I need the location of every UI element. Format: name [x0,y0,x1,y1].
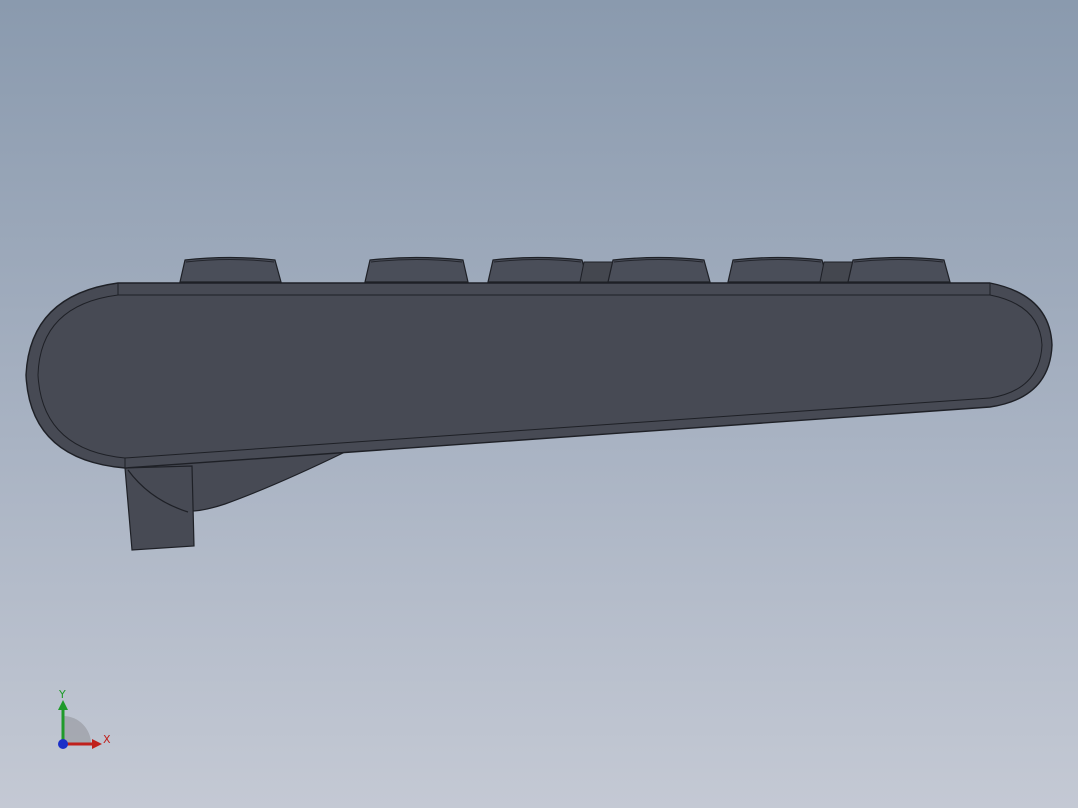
keyboard-body[interactable] [25,282,1053,469]
cad-model-viewport[interactable] [0,0,1078,808]
triad-plane-indicator [63,716,91,744]
z-axis-dot [58,739,68,749]
y-axis-arrow [58,700,68,710]
x-axis-label: X [103,733,111,746]
keycaps[interactable] [179,256,951,283]
x-axis-arrow [92,739,102,749]
y-axis-label: Y [58,688,66,701]
tilt-foot[interactable] [123,451,346,551]
coordinate-triad: Y X [58,688,111,749]
body-shell[interactable] [25,282,1053,469]
